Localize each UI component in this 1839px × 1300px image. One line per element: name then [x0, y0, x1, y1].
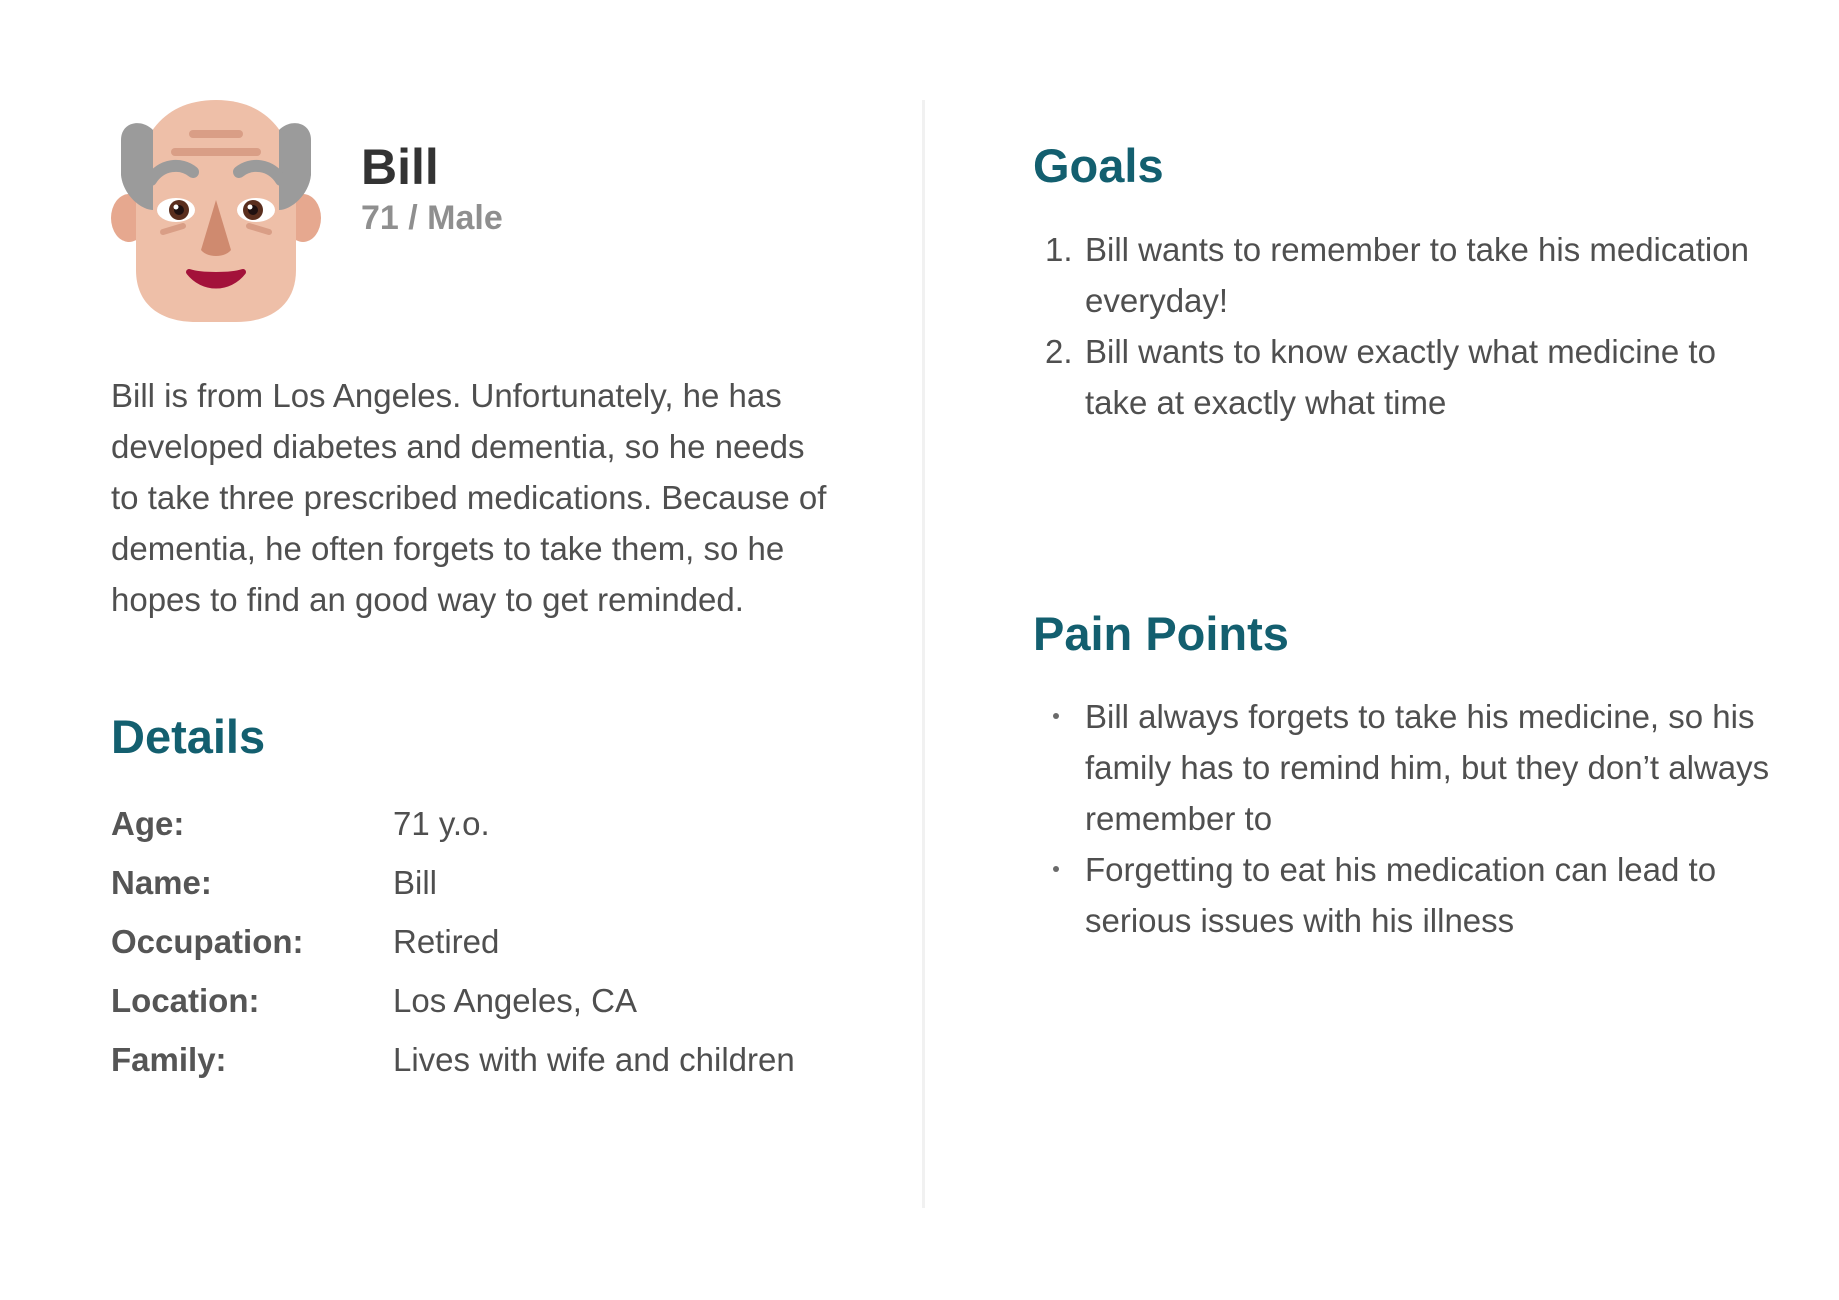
- details-row-family: Family: Lives with wife and children: [111, 1031, 851, 1090]
- pain-point-item: Bill always forgets to take his medicine…: [1033, 691, 1773, 844]
- goal-number: 1.: [1045, 230, 1073, 268]
- details-table: Age: 71 y.o. Name: Bill Occupation: Reti…: [111, 795, 851, 1090]
- details-value: Retired: [393, 923, 500, 961]
- pain-point-text: Forgetting to eat his medication can lea…: [1085, 851, 1717, 940]
- details-row-name: Name: Bill: [111, 854, 851, 913]
- persona-name-block: Bill 71 / Male: [361, 140, 503, 238]
- details-row-occupation: Occupation: Retired: [111, 913, 851, 972]
- goals-list: 1. Bill wants to remember to take his me…: [1033, 224, 1773, 428]
- details-row-age: Age: 71 y.o.: [111, 795, 851, 854]
- details-value: Bill: [393, 864, 438, 902]
- pain-points-heading: Pain Points: [1033, 606, 1289, 660]
- details-label: Name:: [111, 864, 212, 902]
- persona-age-gender: 71 / Male: [361, 199, 503, 237]
- persona-needs-column: Goals 1. Bill wants to remember to take …: [1033, 100, 1773, 979]
- persona-header: Bill 71 / Male: [111, 100, 851, 330]
- details-label: Family:: [111, 1041, 227, 1079]
- details-value: Los Angeles, CA: [393, 982, 637, 1020]
- pain-point-text: Bill always forgets to take his medicine…: [1085, 698, 1770, 838]
- bullet-icon: [1053, 713, 1059, 720]
- details-label: Location:: [111, 982, 260, 1020]
- goals-heading: Goals: [1033, 139, 1164, 192]
- pain-points-list: Bill always forgets to take his medicine…: [1033, 691, 1773, 946]
- pain-point-item: Forgetting to eat his medication can lea…: [1033, 844, 1773, 946]
- details-label: Age:: [111, 805, 185, 843]
- persona-name: Bill: [361, 139, 439, 195]
- goal-text: Bill wants to know exactly what medicine…: [1085, 332, 1716, 421]
- goal-item: 1. Bill wants to remember to take his me…: [1033, 224, 1773, 326]
- details-heading: Details: [111, 710, 266, 763]
- goal-text: Bill wants to remember to take his medic…: [1085, 230, 1749, 319]
- details-value: 71 y.o.: [393, 805, 490, 843]
- persona-bio: Bill is from Los Angeles. Unfortunately,…: [111, 377, 827, 618]
- goal-item: 2. Bill wants to know exactly what medic…: [1033, 326, 1773, 428]
- goal-number: 2.: [1045, 332, 1073, 370]
- bullet-icon: [1053, 866, 1059, 873]
- column-divider: [922, 100, 925, 1208]
- elderly-man-face-icon: [111, 100, 321, 322]
- details-label: Occupation:: [111, 923, 304, 961]
- details-row-location: Location: Los Angeles, CA: [111, 972, 851, 1031]
- details-value: Lives with wife and children: [393, 1041, 795, 1079]
- persona-profile-column: Bill 71 / Male Bill is from Los Angeles.…: [111, 100, 851, 1090]
